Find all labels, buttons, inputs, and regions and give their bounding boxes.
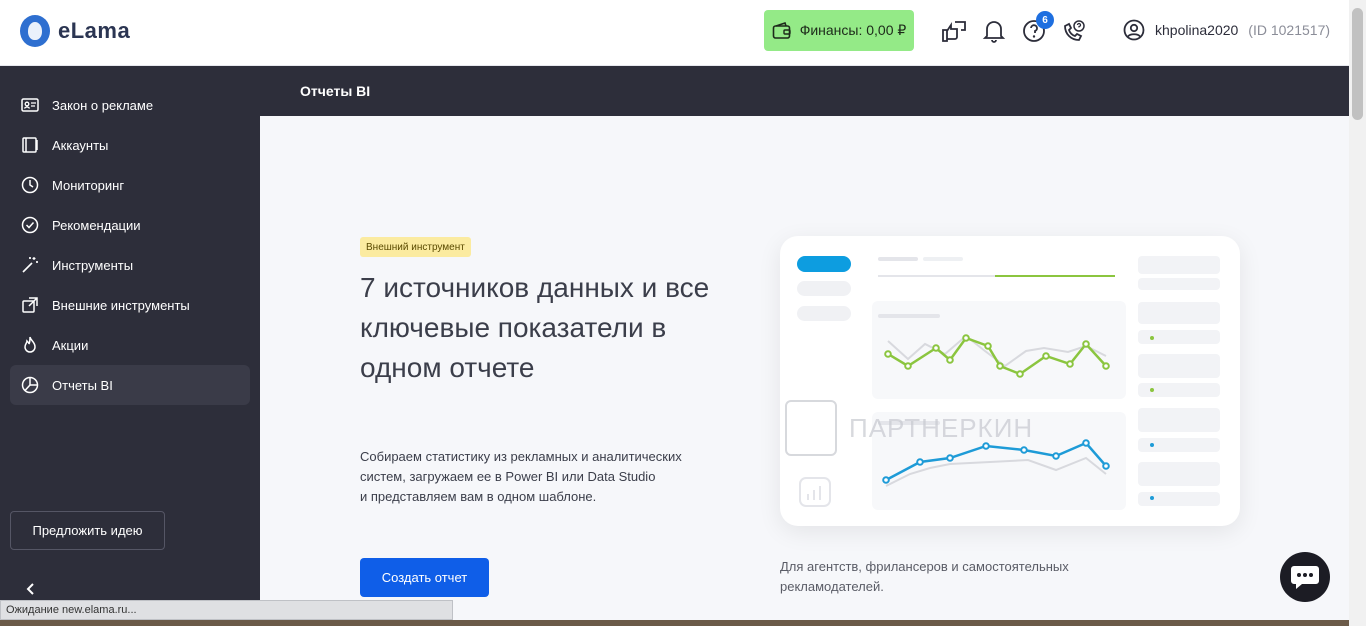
finance-button[interactable]: Финансы: 0,00 ₽: [764, 10, 914, 51]
check-circle-icon: [21, 216, 39, 234]
watermark-logo-icon: [785, 400, 837, 456]
sidebar-item-tools[interactable]: Инструменты: [10, 245, 250, 285]
scrollbar-thumb[interactable]: [1352, 8, 1363, 120]
sidebar-item-label: Закон о рекламе: [52, 97, 154, 113]
sidebar-item-accounts[interactable]: Аккаунты: [10, 125, 250, 165]
sidebar-item-monitoring[interactable]: Мониторинг: [10, 165, 250, 205]
pie-chart-icon: [21, 376, 39, 394]
fire-icon: [24, 336, 36, 353]
power-bi-logo-icon: [799, 477, 831, 507]
wallet-icon: [772, 21, 791, 39]
accounts-icon: [22, 137, 38, 153]
thumbs-feedback-icon[interactable]: [941, 18, 967, 44]
phone-support-icon[interactable]: [1061, 18, 1087, 44]
chat-button[interactable]: [1280, 552, 1330, 602]
page-title: Отчеты BI: [260, 66, 1349, 116]
illustration-pill: [797, 306, 851, 321]
illustration-pill-active: [797, 256, 851, 272]
description: Собираем статистику из рекламных и анали…: [360, 447, 720, 507]
sidebar-item-external-tools[interactable]: Внешние инструменты: [10, 285, 250, 325]
user-id: (ID 1021517): [1248, 22, 1331, 38]
finance-label: Финансы: 0,00 ₽: [799, 22, 907, 38]
sidebar-item-law[interactable]: Закон о рекламе: [10, 85, 250, 125]
page-scrollbar[interactable]: [1349, 0, 1366, 626]
sidebar-item-bi-reports[interactable]: Отчеты BI: [10, 365, 250, 405]
logo[interactable]: eLama: [20, 15, 130, 47]
dashboard-illustration: [797, 256, 1220, 510]
sidebar-item-promotions[interactable]: Акции: [10, 325, 250, 365]
sidebar-item-label: Отчеты BI: [52, 377, 113, 393]
collapse-sidebar-icon[interactable]: [22, 580, 40, 598]
sidebar: Закон о рекламе Аккаунты Мониторинг Реко…: [0, 66, 260, 626]
sidebar-item-label: Акции: [52, 337, 89, 353]
sidebar-item-recommendations[interactable]: Рекомендации: [10, 205, 250, 245]
clock-icon: [21, 176, 39, 194]
external-tool-tag: Внешний инструмент: [360, 237, 471, 257]
main-content: Внешний инструмент 7 источников данных и…: [260, 116, 1349, 626]
id-card-icon: [21, 98, 39, 112]
sidebar-item-label: Инструменты: [52, 257, 134, 273]
chat-bubble-icon: [1291, 566, 1319, 589]
illustration-pill: [797, 281, 851, 296]
bell-icon[interactable]: [981, 18, 1007, 44]
suggest-idea-button[interactable]: Предложить идею: [10, 511, 165, 550]
audience-note: Для агентств, фрилансеров и самостоятель…: [780, 559, 1069, 594]
external-link-icon: [22, 297, 38, 313]
description-line: систем, загружаем ее в Power BI или Data…: [360, 469, 656, 484]
sidebar-item-label: Аккаунты: [52, 137, 109, 153]
watermark-text: ПАРТНЕРКИН: [849, 412, 1034, 443]
watermark: ПАРТНЕРКИН: [785, 400, 1033, 456]
magic-wand-icon: [22, 257, 38, 273]
description-line: и представляем вам в одном шаблоне.: [360, 489, 597, 504]
top-bar: eLama Финансы: 0,00 ₽ 6 khpolina2020 (ID…: [0, 0, 1349, 66]
sidebar-item-label: Мониторинг: [52, 177, 125, 193]
report-illustration: [780, 236, 1240, 526]
create-report-button[interactable]: Создать отчет: [360, 558, 489, 597]
browser-status-bar: Ожидание new.elama.ru...: [0, 600, 453, 620]
user-avatar-icon: [1123, 19, 1145, 41]
logo-text: eLama: [58, 18, 131, 43]
headline: 7 источников данных и все ключевые показ…: [360, 272, 710, 383]
desktop-background-strip: [0, 620, 1349, 626]
help-badge: 6: [1036, 11, 1054, 29]
elama-logo-icon: [20, 15, 50, 47]
user-menu[interactable]: khpolina2020 (ID 1021517): [1123, 19, 1330, 41]
username: khpolina2020: [1155, 22, 1239, 38]
description-line: Собираем статистику из рекламных и анали…: [360, 449, 682, 464]
sidebar-item-label: Рекомендации: [52, 217, 141, 233]
sidebar-item-label: Внешние инструменты: [52, 297, 190, 313]
